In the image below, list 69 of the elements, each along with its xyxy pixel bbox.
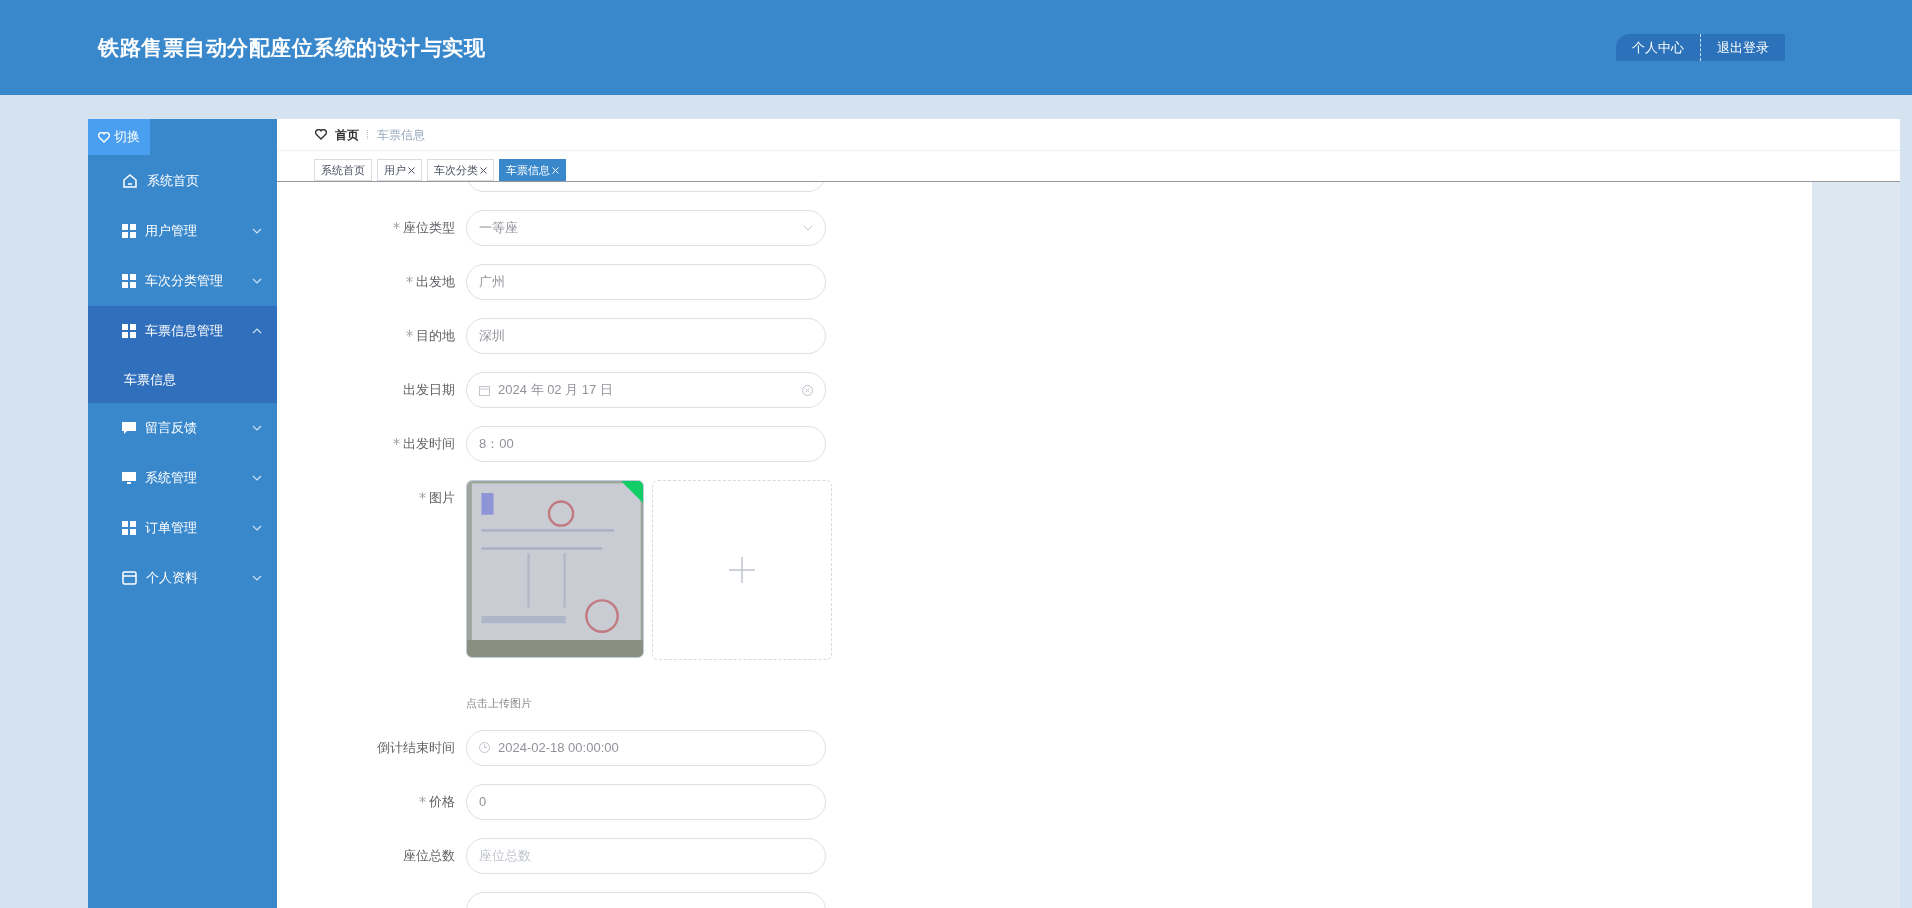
chevron-down-icon	[252, 278, 262, 284]
field-label: 座位类型	[403, 219, 455, 238]
menu-item[interactable]: 系统首页	[88, 156, 277, 206]
field-value: 2024-02-18 00:00:00	[498, 738, 619, 757]
clock-icon	[479, 742, 490, 753]
menu-item[interactable]: 个人资料	[88, 553, 277, 603]
input-field[interactable]: 8：00	[466, 426, 826, 462]
check-badge-icon	[621, 481, 643, 503]
chevron-down-icon	[252, 228, 262, 234]
system-title: 铁路售票自动分配座位系统的设计与实现	[98, 34, 486, 61]
menu-item[interactable]: 订单管理	[88, 503, 277, 553]
chevron-up-icon	[252, 328, 262, 334]
grid-icon	[122, 224, 136, 238]
card-icon	[122, 571, 137, 585]
menu-item[interactable]: 用户管理	[88, 206, 277, 256]
date-field[interactable]: 2024 年 02 月 17 日	[466, 372, 826, 408]
upload-hint: 点击上传图片	[466, 696, 533, 711]
datetime-field[interactable]: 2024-02-18 00:00:00	[466, 729, 826, 766]
field-label: 图片	[429, 489, 455, 508]
field-label: 出发日期	[403, 381, 455, 400]
separator-icon	[367, 130, 369, 139]
plus-icon	[729, 557, 755, 583]
tab[interactable]: 用户	[377, 159, 422, 181]
field-label: 目的地	[416, 327, 455, 346]
menu-item[interactable]: 车次分类管理	[88, 256, 277, 306]
field-value: 深圳	[479, 327, 505, 346]
close-icon[interactable]	[480, 166, 487, 174]
field-label: 倒计结束时间	[377, 738, 455, 757]
header-button[interactable]: 退出登录	[1701, 34, 1785, 61]
header-button[interactable]: 个人中心	[1616, 34, 1701, 61]
field-label: 价格	[429, 792, 455, 811]
calendar-icon	[479, 384, 490, 396]
field-label: 出发时间	[403, 435, 455, 454]
heart-icon	[315, 129, 327, 140]
field-value: 一等座	[479, 219, 518, 238]
tab[interactable]: 车票信息	[499, 159, 566, 181]
toggle-button[interactable]: 切换	[88, 119, 150, 155]
grid-icon	[122, 521, 136, 535]
menu-item[interactable]: 留言反馈	[88, 403, 277, 453]
field-value: 8：00	[479, 435, 514, 454]
input-field[interactable]: 广州	[466, 264, 826, 300]
grid-icon	[122, 324, 136, 338]
input-field[interactable]: 0	[466, 783, 826, 820]
tab[interactable]: 系统首页	[314, 159, 372, 181]
field-placeholder: 座位总数	[479, 846, 531, 865]
grid-icon	[122, 274, 136, 288]
breadcrumb-item[interactable]: 首页	[335, 125, 359, 144]
field-value: 0	[479, 792, 487, 811]
submenu-item[interactable]: 车票信息	[88, 356, 277, 403]
field-value: 广州	[479, 273, 505, 292]
chevron-down-icon	[252, 425, 262, 431]
select-field[interactable]: 一等座	[466, 210, 826, 246]
chevron-down-icon	[252, 475, 262, 481]
close-icon[interactable]	[408, 166, 415, 174]
chat-icon	[122, 421, 136, 435]
chevron-down-icon	[252, 575, 262, 581]
field-label: 出发地	[416, 273, 455, 292]
clear-icon	[802, 384, 813, 396]
home-icon	[122, 173, 138, 189]
monitor-icon	[122, 471, 136, 485]
heart-icon	[98, 131, 110, 143]
field-value: 2024 年 02 月 17 日	[498, 381, 613, 400]
chevron-down-icon	[252, 525, 262, 531]
tab[interactable]: 车次分类	[427, 159, 494, 181]
chevron-down-icon	[803, 225, 813, 231]
menu-item[interactable]: 系统管理	[88, 453, 277, 503]
field-label: 座位总数	[403, 846, 455, 865]
input-field[interactable]: 深圳	[466, 318, 826, 354]
breadcrumb-item: 车票信息	[377, 126, 425, 144]
